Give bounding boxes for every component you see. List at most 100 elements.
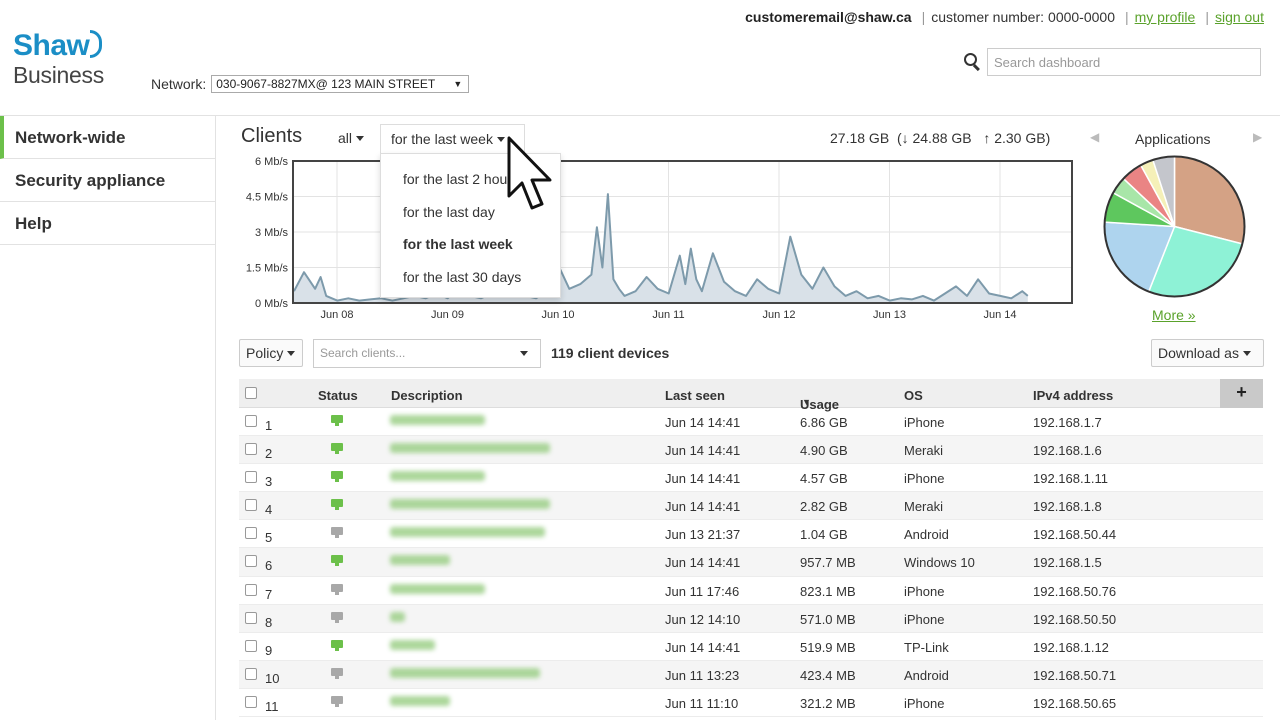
period-option-week[interactable]: for the last week <box>381 228 560 261</box>
row-checkbox[interactable] <box>245 499 257 512</box>
traffic-down: (↓ 24.88 GB <box>896 130 972 146</box>
row-checkbox[interactable] <box>245 639 257 652</box>
row-os: TP-Link <box>904 639 949 655</box>
redacted-description[interactable] <box>390 499 550 510</box>
sign-out-link[interactable]: sign out <box>1215 9 1264 25</box>
sidebar-item-security-appliance[interactable]: Security appliance <box>0 159 215 202</box>
apps-prev-arrow-icon[interactable]: ◀ <box>1090 130 1099 144</box>
row-usage: 4.90 GB <box>800 443 848 459</box>
table-row[interactable]: 9 Jun 14 14:41 519.9 MB TP-Link 192.168.1.12 <box>239 633 1263 661</box>
x-tick-label: Jun 09 <box>431 309 464 320</box>
row-last-seen: Jun 11 11:10 <box>665 695 739 711</box>
col-os[interactable]: OS <box>904 388 923 403</box>
search-clients-input[interactable]: Search clients... <box>313 339 541 368</box>
logo-wordmark: Shaw <box>13 30 104 61</box>
network-label: Network: <box>151 76 207 92</box>
status-monitor-icon <box>331 527 343 539</box>
table-row[interactable]: 5 Jun 13 21:37 1.04 GB Android 192.168.50.44 <box>239 520 1263 549</box>
select-all-checkbox[interactable] <box>245 387 257 399</box>
row-checkbox[interactable] <box>245 415 257 427</box>
mouse-pointer-icon <box>507 136 552 210</box>
search-dashboard-input[interactable] <box>987 48 1261 76</box>
row-checkbox[interactable] <box>245 695 257 708</box>
search-icon[interactable] <box>964 53 982 72</box>
caret-down-icon <box>496 137 505 142</box>
logo-subtitle: Business <box>13 62 104 88</box>
redacted-description[interactable] <box>390 695 450 706</box>
row-checkbox[interactable] <box>245 471 257 484</box>
y-tick-label: 3 Mb/s <box>255 227 289 239</box>
network-selector: Network: 030-9067-8827MX@ 123 MAIN STREE… <box>151 75 470 93</box>
sidebar-item-help[interactable]: Help <box>0 202 215 245</box>
redacted-description[interactable] <box>390 611 405 622</box>
row-number: 11 <box>265 698 279 714</box>
policy-dropdown-button[interactable]: Policy <box>239 339 303 367</box>
search-clients-placeholder: Search clients... <box>320 346 406 360</box>
applications-pie-chart[interactable] <box>1102 154 1247 299</box>
redacted-description[interactable] <box>390 415 485 425</box>
row-usage: 2.82 GB <box>800 499 848 515</box>
redacted-description[interactable] <box>390 555 450 566</box>
table-row[interactable]: 6 Jun 14 14:41 957.7 MB Windows 10 192.168.1… <box>239 548 1263 577</box>
row-ipv4: 192.168.1.12 <box>1033 639 1109 655</box>
row-checkbox[interactable] <box>245 667 257 680</box>
row-usage: 423.4 MB <box>800 667 856 683</box>
table-row[interactable]: 1 Jun 14 14:41 6.86 GB iPhone 192.168.1.7 <box>239 408 1263 437</box>
period-option-30-days[interactable]: for the last 30 days <box>381 261 560 294</box>
period-value: for the last week <box>391 131 493 147</box>
add-column-button[interactable]: + <box>1220 379 1263 408</box>
col-status[interactable]: Status <box>318 388 358 403</box>
row-usage: 823.1 MB <box>800 583 856 599</box>
redacted-description[interactable] <box>390 443 550 454</box>
my-profile-link[interactable]: my profile <box>1135 9 1196 25</box>
period-dropdown-button[interactable]: for the last week <box>380 124 525 154</box>
x-tick-label: Jun 14 <box>983 309 1016 320</box>
table-row[interactable]: 11 Jun 11 11:10 321.2 MB iPhone 192.168.50.6… <box>239 689 1263 718</box>
table-row[interactable]: 8 Jun 12 14:10 571.0 MB iPhone 192.168.50.50 <box>239 604 1263 633</box>
usage-chart: 6 Mb/s 4.5 Mb/s 3 Mb/s 1.5 Mb/s 0 Mb/s Jun 08… <box>240 152 1080 320</box>
policy-label: Policy <box>246 345 284 361</box>
client-filter-dropdown[interactable]: all <box>338 130 365 146</box>
row-number: 7 <box>265 586 273 602</box>
table-row[interactable]: 4 Jun 14 14:41 2.82 GB Meraki 192.168.1.8 <box>239 492 1263 521</box>
dropdown-arrow-icon: ▼ <box>453 79 463 89</box>
shaw-business-logo[interactable]: Shaw Business <box>13 30 104 87</box>
sidebar-item-network-wide[interactable]: Network-wide <box>0 116 215 159</box>
redacted-description[interactable] <box>390 639 435 650</box>
row-last-seen: Jun 14 14:41 <box>665 555 741 571</box>
table-row[interactable]: 7 Jun 11 17:46 823.1 MB iPhone 192.168.50.76 <box>239 577 1263 605</box>
caret-down-icon[interactable] <box>520 351 528 356</box>
col-description[interactable]: Description <box>391 388 463 403</box>
more-applications-link[interactable]: More » <box>1152 307 1196 323</box>
redacted-description[interactable] <box>390 471 485 482</box>
y-tick-label: 0 Mb/s <box>255 298 289 310</box>
row-checkbox[interactable] <box>245 583 257 596</box>
customer-number-label: customer number: <box>931 9 1045 25</box>
y-tick-label: 1.5 Mb/s <box>246 263 289 275</box>
col-last-seen[interactable]: Last seen <box>665 388 725 403</box>
table-row[interactable]: 10 Jun 11 13:23 423.4 MB Android 192.168.50.… <box>239 660 1263 689</box>
network-dropdown[interactable]: 030-9067-8827MX@ 123 MAIN STREET ▼ <box>211 75 470 93</box>
y-tick-label: 6 Mb/s <box>255 156 289 168</box>
row-checkbox[interactable] <box>245 527 257 540</box>
status-monitor-icon <box>331 415 343 427</box>
col-ipv4[interactable]: IPv4 address <box>1033 388 1113 403</box>
row-number: 5 <box>265 530 273 546</box>
row-checkbox[interactable] <box>245 555 257 568</box>
row-checkbox[interactable] <box>245 443 257 456</box>
download-as-button[interactable]: Download as <box>1151 339 1264 367</box>
apps-next-arrow-icon[interactable]: ▶ <box>1253 130 1262 144</box>
row-ipv4: 192.168.1.6 <box>1033 443 1102 459</box>
table-row[interactable]: 3 Jun 14 14:41 4.57 GB iPhone 192.168.1.11 <box>239 464 1263 493</box>
status-monitor-icon <box>331 471 343 483</box>
row-checkbox[interactable] <box>245 611 257 624</box>
row-ipv4: 192.168.1.5 <box>1033 555 1102 571</box>
caret-down-icon <box>287 351 296 356</box>
redacted-description[interactable] <box>390 583 485 594</box>
redacted-description[interactable] <box>390 667 540 678</box>
row-number: 2 <box>265 446 273 462</box>
row-last-seen: Jun 11 17:46 <box>665 583 740 599</box>
redacted-description[interactable] <box>390 527 545 538</box>
table-row[interactable]: 2 Jun 14 14:41 4.90 GB Meraki 192.168.1.6 <box>239 436 1263 465</box>
client-filter-value: all <box>338 130 353 146</box>
